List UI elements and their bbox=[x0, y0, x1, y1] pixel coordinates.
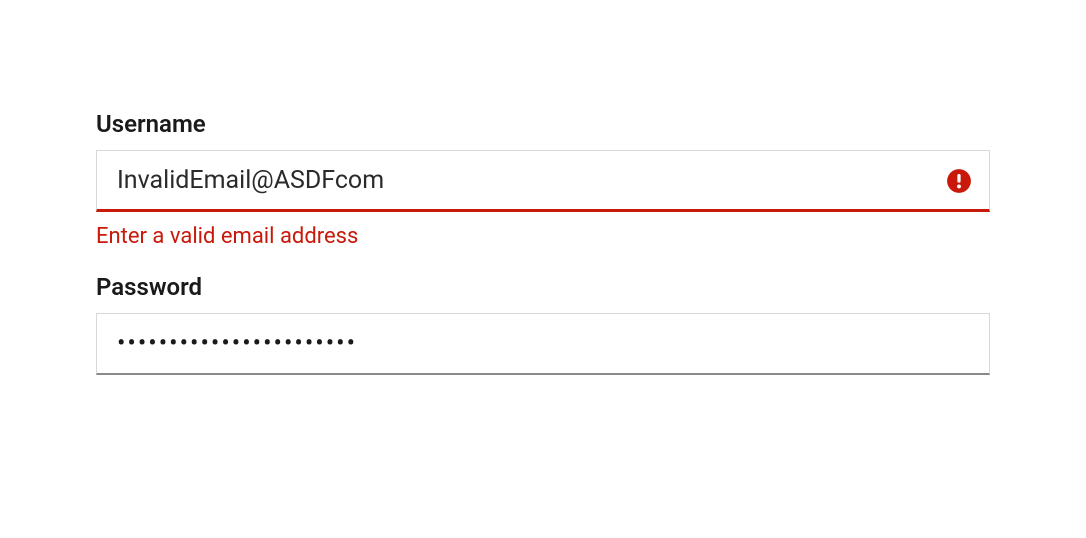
username-input-wrapper bbox=[96, 150, 990, 212]
error-icon bbox=[946, 168, 972, 194]
username-input[interactable] bbox=[96, 150, 990, 212]
password-label: Password bbox=[96, 273, 990, 301]
username-group: Username Enter a valid email address bbox=[96, 110, 990, 249]
username-label: Username bbox=[96, 110, 990, 138]
password-group: Password bbox=[96, 273, 990, 375]
password-input-wrapper bbox=[96, 313, 990, 375]
username-error-message: Enter a valid email address bbox=[96, 224, 990, 249]
password-input[interactable] bbox=[96, 313, 990, 375]
